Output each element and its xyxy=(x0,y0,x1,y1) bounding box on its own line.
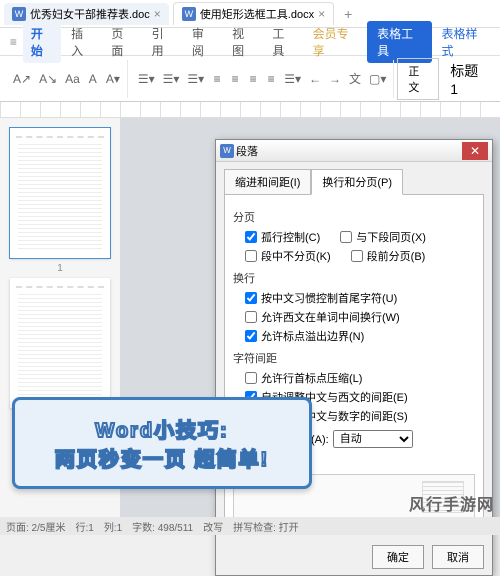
section-char-spacing: 字符间距 xyxy=(233,350,475,366)
section-line-break: 换行 xyxy=(233,270,475,286)
menu-view[interactable]: 视图 xyxy=(224,21,262,63)
check-widow-control[interactable]: 孤行控制(C) xyxy=(245,229,320,245)
dialog-titlebar[interactable]: W 段落 ✕ xyxy=(216,140,492,162)
cancel-button[interactable]: 取消 xyxy=(432,545,484,569)
check-compress-punctuation[interactable]: 允许行首标点压缩(L) xyxy=(245,370,362,386)
menu-home[interactable]: 开始 xyxy=(23,21,61,63)
font-highlight-icon[interactable]: A xyxy=(85,70,101,88)
dialog-tabs: 缩进和间距(I) 换行和分页(P) xyxy=(216,162,492,194)
word-app-icon: W xyxy=(220,144,234,158)
text-align-select[interactable]: 自动 xyxy=(333,430,413,448)
status-col: 列:1 xyxy=(104,519,122,534)
font-group: A↗ A↘ Aa A A▾ xyxy=(6,60,128,98)
word-doc-icon: W xyxy=(12,7,26,21)
status-word-count: 字数: 498/511 xyxy=(132,519,193,534)
borders-icon[interactable]: ▢▾ xyxy=(366,70,389,88)
align-right-icon[interactable]: ≡ xyxy=(245,70,261,88)
close-icon[interactable]: × xyxy=(318,7,325,21)
numbering-icon[interactable]: ☰▾ xyxy=(160,70,183,88)
promo-banner: Word小技巧: 两页秒变一页 超简单! xyxy=(12,397,312,489)
menu-insert[interactable]: 插入 xyxy=(63,21,101,63)
ok-button[interactable]: 确定 xyxy=(372,545,424,569)
font-size-decrease-icon[interactable]: A↗ xyxy=(10,70,34,88)
check-keep-lines-together[interactable]: 段中不分页(K) xyxy=(245,248,331,264)
indent-increase-icon[interactable]: → xyxy=(326,70,344,88)
check-latin-word-wrap[interactable]: 允许西文在单词中间换行(W) xyxy=(245,309,400,325)
page-number: 1 xyxy=(10,263,110,274)
change-case-icon[interactable]: Aa xyxy=(62,70,83,88)
close-dialog-button[interactable]: ✕ xyxy=(462,142,488,160)
dialog-footer: 确定 取消 xyxy=(216,539,492,575)
font-color-icon[interactable]: A▾ xyxy=(103,70,123,88)
banner-line-2: 两页秒变一页 超简单! xyxy=(25,443,299,472)
bullets-icon[interactable]: ☰▾ xyxy=(135,70,158,88)
menu-table-tools[interactable]: 表格工具 xyxy=(367,21,431,63)
page-thumb-2[interactable]: 2 xyxy=(10,278,110,408)
style-heading1[interactable]: 标题 1 xyxy=(442,57,494,101)
page-thumb-1[interactable]: 1 xyxy=(10,128,110,258)
line-spacing-icon[interactable]: ☰▾ xyxy=(281,70,304,88)
dialog-title: 段落 xyxy=(236,143,462,159)
word-doc-icon: W xyxy=(182,7,196,21)
check-page-break-before[interactable]: 段前分页(B) xyxy=(351,248,426,264)
align-left-icon[interactable]: ≡ xyxy=(209,70,225,88)
status-page: 页面: 2/5厘米 xyxy=(6,519,65,534)
menu-bar: ≡ 开始 插入 页面 引用 审阅 视图 工具 会员专享 表格工具 表格样式 xyxy=(0,28,500,56)
align-center-icon[interactable]: ≡ xyxy=(227,70,243,88)
new-tab-button[interactable]: + xyxy=(338,6,358,22)
align-justify-icon[interactable]: ≡ xyxy=(263,70,279,88)
check-punctuation-overflow[interactable]: 允许标点溢出边界(N) xyxy=(245,328,364,344)
menu-member[interactable]: 会员专享 xyxy=(305,21,365,63)
banner-line-1: Word小技巧: xyxy=(25,414,299,443)
check-cjk-line-break[interactable]: 按中文习惯控制首尾字符(U) xyxy=(245,290,397,306)
menu-references[interactable]: 引用 xyxy=(144,21,182,63)
text-direction-icon[interactable]: 文 xyxy=(346,68,364,89)
section-pagination: 分页 xyxy=(233,209,475,225)
horizontal-ruler[interactable] xyxy=(0,102,500,118)
tab-label: 优秀妇女干部推荐表.doc xyxy=(30,6,150,22)
status-bar: 页面: 2/5厘米 行:1 列:1 字数: 498/511 改写 拼写检查: 打… xyxy=(0,517,500,535)
close-icon[interactable]: × xyxy=(154,7,161,21)
style-normal[interactable]: 正文 xyxy=(397,58,439,100)
paragraph-group: ☰▾ ☰▾ ☰▾ ≡ ≡ ≡ ≡ ☰▾ ← → 文 ▢▾ xyxy=(131,60,395,98)
font-size-increase-icon[interactable]: A↘ xyxy=(36,70,60,88)
tab-line-page-breaks[interactable]: 换行和分页(P) xyxy=(311,169,403,195)
menu-page[interactable]: 页面 xyxy=(103,21,141,63)
menu-review[interactable]: 审阅 xyxy=(184,21,222,63)
app-menu-icon[interactable]: ≡ xyxy=(6,35,21,49)
status-spellcheck: 拼写检查: 打开 xyxy=(233,519,299,534)
indent-decrease-icon[interactable]: ← xyxy=(306,70,324,88)
multilevel-icon[interactable]: ☰▾ xyxy=(184,70,207,88)
status-line: 行:1 xyxy=(75,519,93,534)
menu-tools[interactable]: 工具 xyxy=(264,21,302,63)
tab-indent-spacing[interactable]: 缩进和间距(I) xyxy=(224,169,311,195)
status-overwrite: 改写 xyxy=(203,519,223,534)
check-keep-with-next[interactable]: 与下段同页(X) xyxy=(340,229,426,245)
ribbon-toolbar: A↗ A↘ Aa A A▾ ☰▾ ☰▾ ☰▾ ≡ ≡ ≡ ≡ ☰▾ ← → 文 … xyxy=(0,56,500,102)
watermark-text: 风行手游网 xyxy=(409,491,494,515)
